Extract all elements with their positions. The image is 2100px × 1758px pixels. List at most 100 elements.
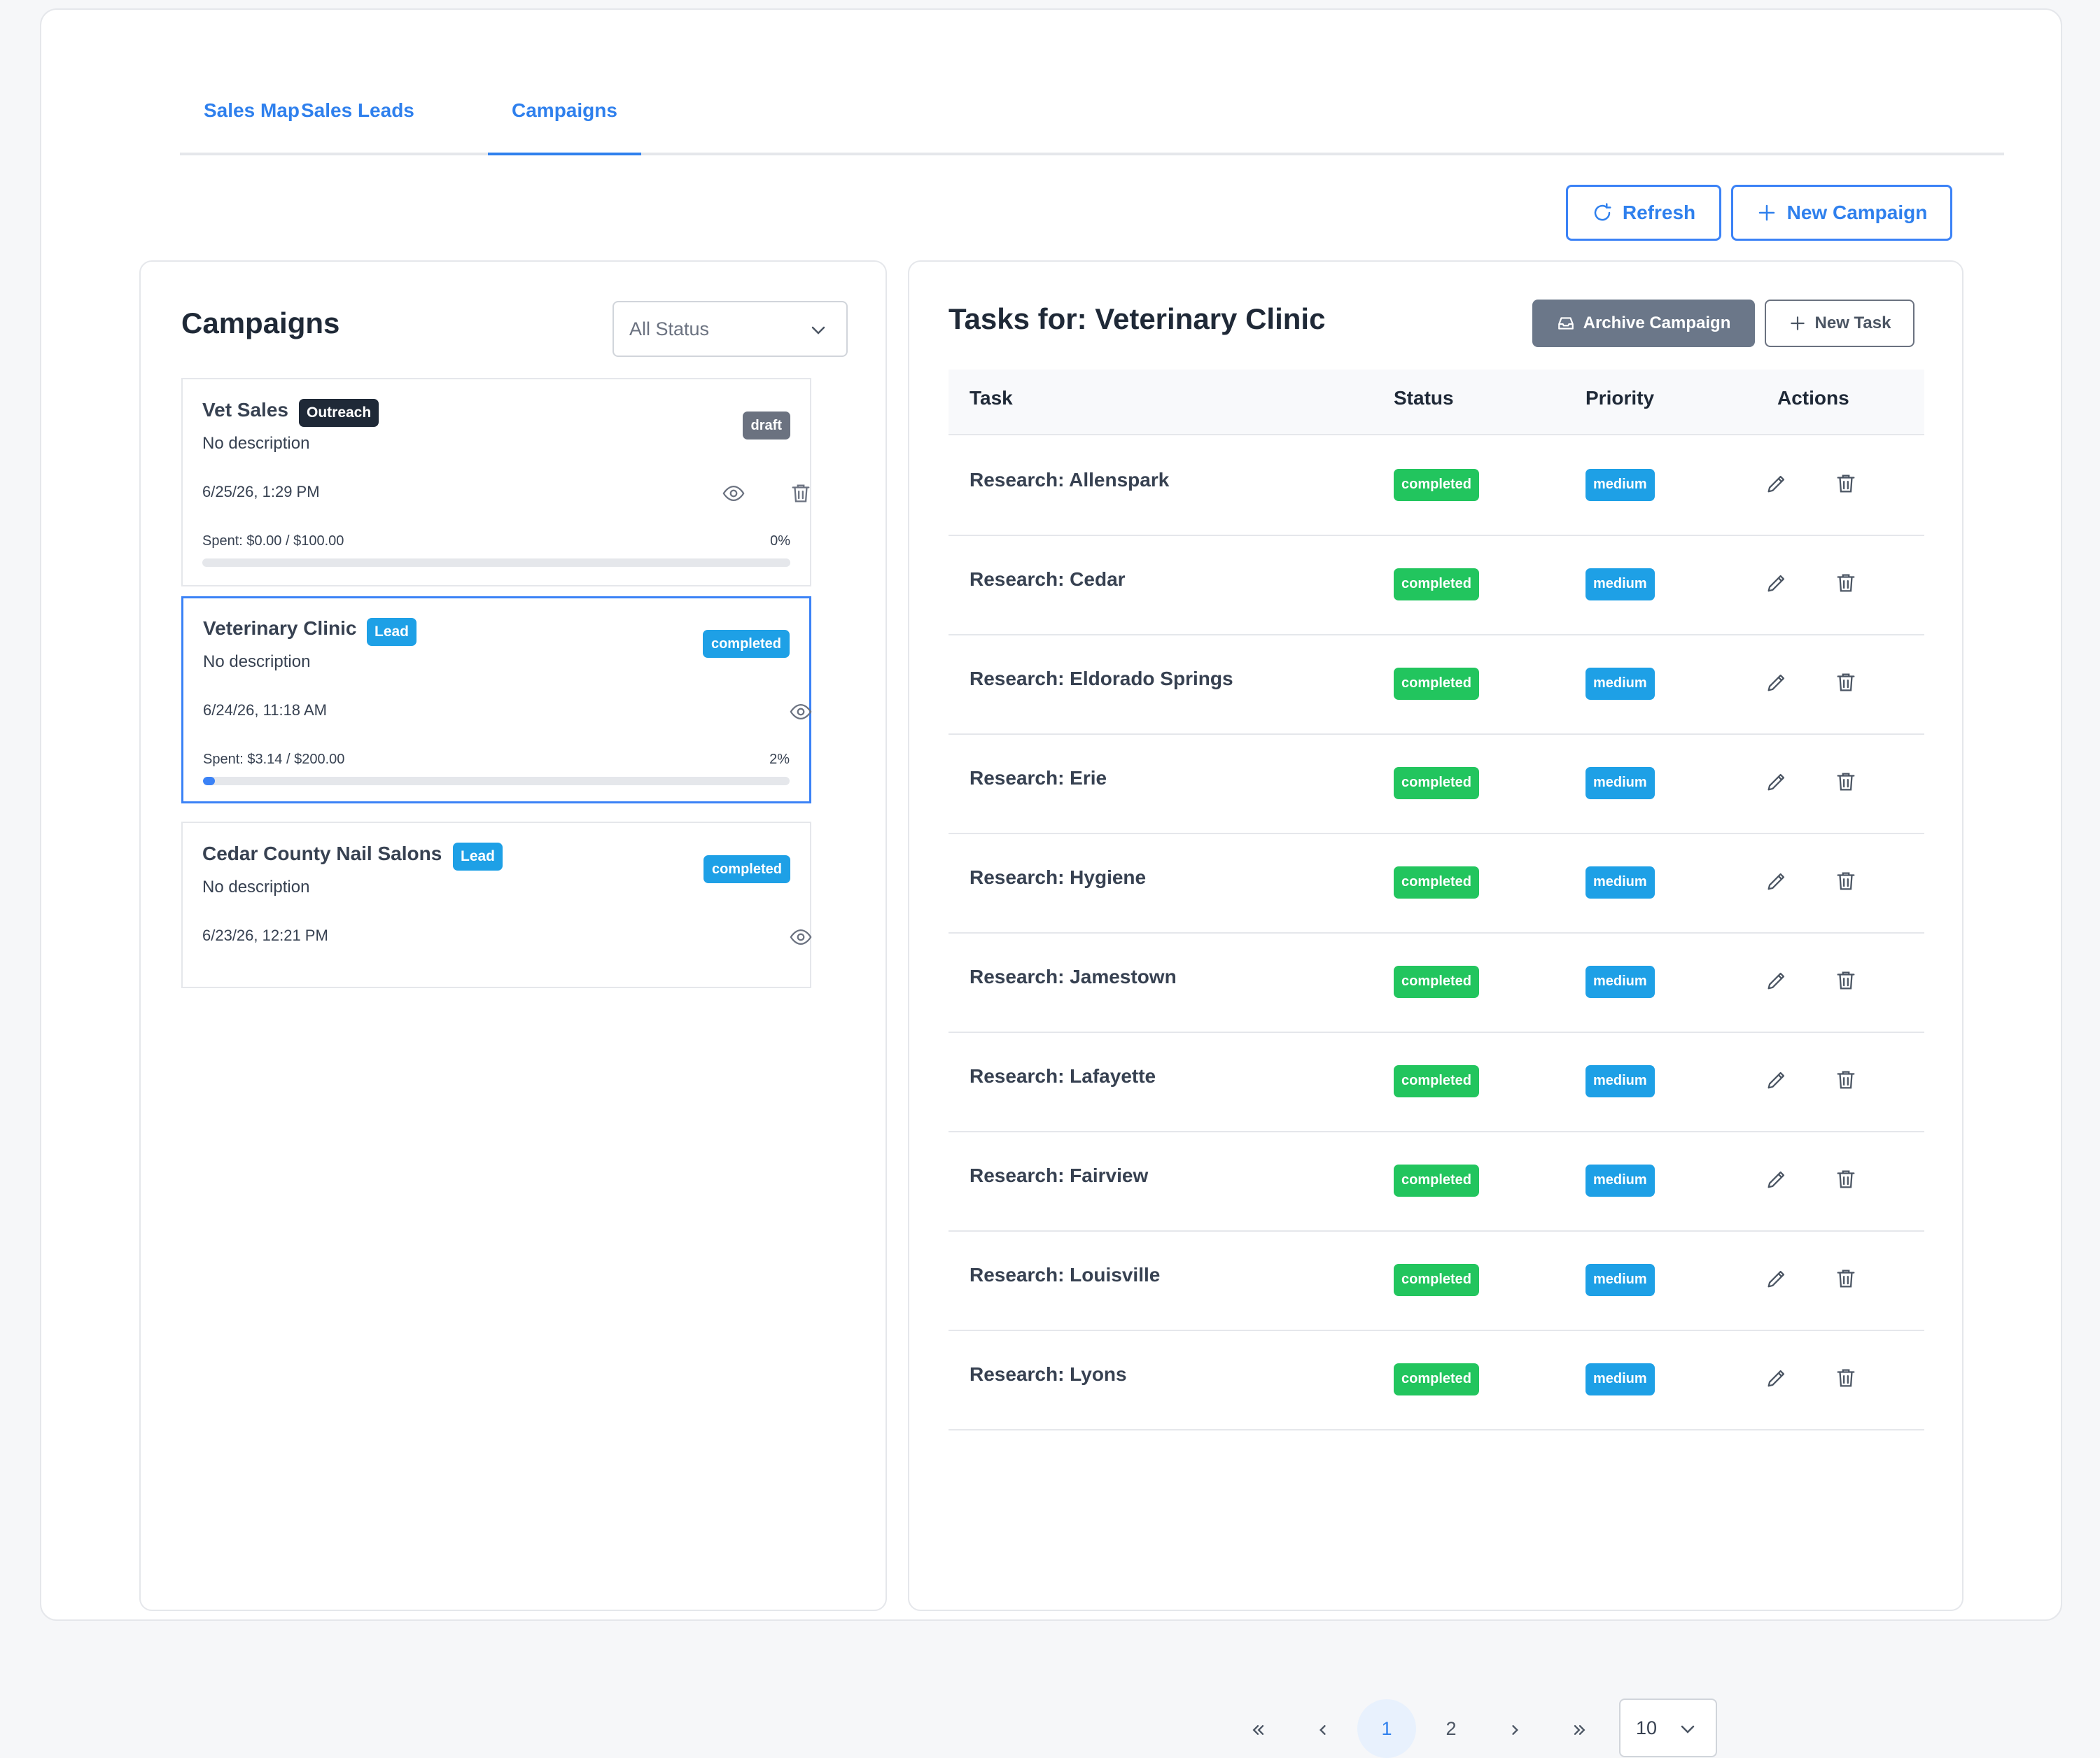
chevron-right-icon (1512, 1724, 1518, 1735)
table-row: Research: Jamestown completed medium (948, 932, 1924, 1033)
column-header-actions: Actions (1777, 387, 1849, 409)
task-name: Research: Erie (969, 767, 1107, 789)
budget-progress-fill (203, 777, 215, 785)
pencil-icon[interactable] (1765, 770, 1788, 794)
task-status-badge: completed (1394, 866, 1480, 899)
status-filter-select[interactable]: All Status (612, 301, 848, 357)
campaign-description: No description (203, 652, 311, 671)
trash-icon[interactable] (1834, 1267, 1858, 1291)
eye-icon[interactable] (789, 700, 813, 724)
tab-campaigns[interactable]: Campaigns (488, 80, 641, 155)
task-name: Research: Fairview (969, 1165, 1149, 1186)
table-row: Research: Lafayette completed medium (948, 1032, 1924, 1132)
campaigns-title: Campaigns (181, 307, 340, 339)
campaign-date: 6/24/26, 11:18 AM (203, 701, 327, 719)
task-status-badge: completed (1394, 1264, 1480, 1296)
campaign-spent: Spent: $3.14 / $200.00 (203, 752, 345, 767)
campaign-date: 6/25/26, 1:29 PM (202, 483, 320, 500)
task-name: Research: Cedar (969, 568, 1126, 590)
task-priority-badge: medium (1586, 866, 1655, 899)
task-priority-badge: medium (1586, 469, 1655, 501)
page-button-2[interactable]: 2 (1422, 1699, 1480, 1758)
pencil-icon[interactable] (1765, 670, 1788, 694)
tab-sales-map[interactable]: Sales Map (204, 80, 300, 153)
pencil-icon[interactable] (1765, 969, 1788, 992)
trash-icon[interactable] (789, 481, 813, 505)
task-status-badge: completed (1394, 1065, 1480, 1097)
archive-campaign-label: Archive Campaign (1583, 314, 1731, 332)
status-badge: draft (742, 412, 790, 440)
first-page-button[interactable] (1228, 1699, 1287, 1758)
trash-icon[interactable] (1834, 1366, 1858, 1390)
pencil-icon[interactable] (1765, 869, 1788, 893)
tab-sales-leads[interactable]: Sales Leads (301, 80, 414, 153)
task-status-badge: completed (1394, 767, 1480, 799)
campaign-card[interactable]: Veterinary Clinic Lead completed No desc… (181, 596, 813, 803)
trash-icon[interactable] (1834, 472, 1858, 495)
table-row: Research: Lyons completed medium (948, 1330, 1924, 1430)
tasks-table-header: Task Status Priority Actions (948, 370, 1924, 435)
task-status-badge: completed (1394, 469, 1480, 501)
campaign-card[interactable]: Cedar County Nail Salons Lead completed … (181, 822, 813, 988)
eye-icon[interactable] (789, 925, 813, 949)
task-priority-badge: medium (1586, 767, 1655, 799)
app-container: Sales Map Sales Leads Campaigns Refresh … (40, 8, 2062, 1758)
chevron-down-icon (1681, 1725, 1695, 1734)
task-name: Research: Jamestown (969, 966, 1177, 987)
archive-campaign-button[interactable]: Archive Campaign (1532, 300, 1755, 347)
chevron-down-icon (811, 326, 825, 335)
campaign-type-tag: Lead (367, 618, 417, 646)
campaign-type-tag: Lead (453, 843, 503, 871)
pencil-icon[interactable] (1765, 1167, 1788, 1191)
page-size-select[interactable]: 10 (1619, 1699, 1717, 1757)
campaign-name: Vet Sales (202, 399, 288, 421)
task-priority-badge: medium (1586, 966, 1655, 998)
eye-icon[interactable] (722, 481, 746, 505)
refresh-icon (1594, 203, 1611, 221)
trash-icon[interactable] (1834, 571, 1858, 595)
task-priority-badge: medium (1586, 1363, 1655, 1395)
pencil-icon[interactable] (1765, 571, 1788, 595)
pencil-icon[interactable] (1765, 1267, 1788, 1291)
pencil-icon[interactable] (1765, 1068, 1788, 1092)
table-row: Research: Allenspark completed medium (948, 435, 1924, 536)
page-size-value: 10 (1636, 1717, 1658, 1738)
campaign-spent: Spent: $0.00 / $100.00 (202, 533, 344, 549)
trash-icon[interactable] (1834, 869, 1858, 893)
budget-progress-bar (203, 777, 790, 785)
last-page-button[interactable] (1550, 1699, 1609, 1758)
status-badge: completed (702, 630, 790, 658)
status-badge: completed (703, 855, 790, 883)
refresh-button[interactable]: Refresh (1566, 185, 1721, 241)
task-status-badge: completed (1394, 1363, 1480, 1395)
pencil-icon[interactable] (1765, 472, 1788, 495)
campaign-card[interactable]: Vet Sales Outreach draft No description … (181, 378, 811, 586)
pencil-icon[interactable] (1765, 1366, 1788, 1390)
trash-icon[interactable] (1834, 969, 1858, 992)
table-row: Research: Eldorado Springs completed mediu… (948, 634, 1924, 735)
page-button-1[interactable]: 1 (1357, 1699, 1416, 1758)
next-page-button[interactable] (1486, 1699, 1545, 1758)
new-task-button[interactable]: New Task (1765, 300, 1914, 347)
trash-icon[interactable] (1834, 1167, 1858, 1191)
campaign-name: Veterinary Clinic (203, 617, 357, 639)
task-priority-badge: medium (1586, 568, 1655, 600)
campaign-percent: 0% (770, 533, 790, 549)
table-row: Research: Fairview completed medium (948, 1131, 1924, 1232)
tasks-title: Tasks for: Veterinary Clinic (948, 302, 1326, 335)
double-chevron-left-icon (1252, 1724, 1264, 1735)
trash-icon[interactable] (1834, 670, 1858, 694)
task-name: Research: Eldorado Springs (969, 668, 1233, 689)
plus-icon (1790, 316, 1805, 330)
status-filter-value: All Status (629, 318, 710, 339)
previous-page-button[interactable] (1293, 1699, 1352, 1758)
new-task-label: New Task (1814, 314, 1891, 332)
trash-icon[interactable] (1834, 770, 1858, 794)
new-campaign-button[interactable]: New Campaign (1731, 185, 1952, 241)
campaign-name: Cedar County Nail Salons (202, 843, 442, 864)
table-row: Research: Louisville completed medium (948, 1230, 1924, 1331)
task-name: Research: Allenspark (969, 469, 1170, 491)
trash-icon[interactable] (1834, 1068, 1858, 1092)
task-priority-badge: medium (1586, 1264, 1655, 1296)
double-chevron-right-icon (1574, 1724, 1586, 1735)
